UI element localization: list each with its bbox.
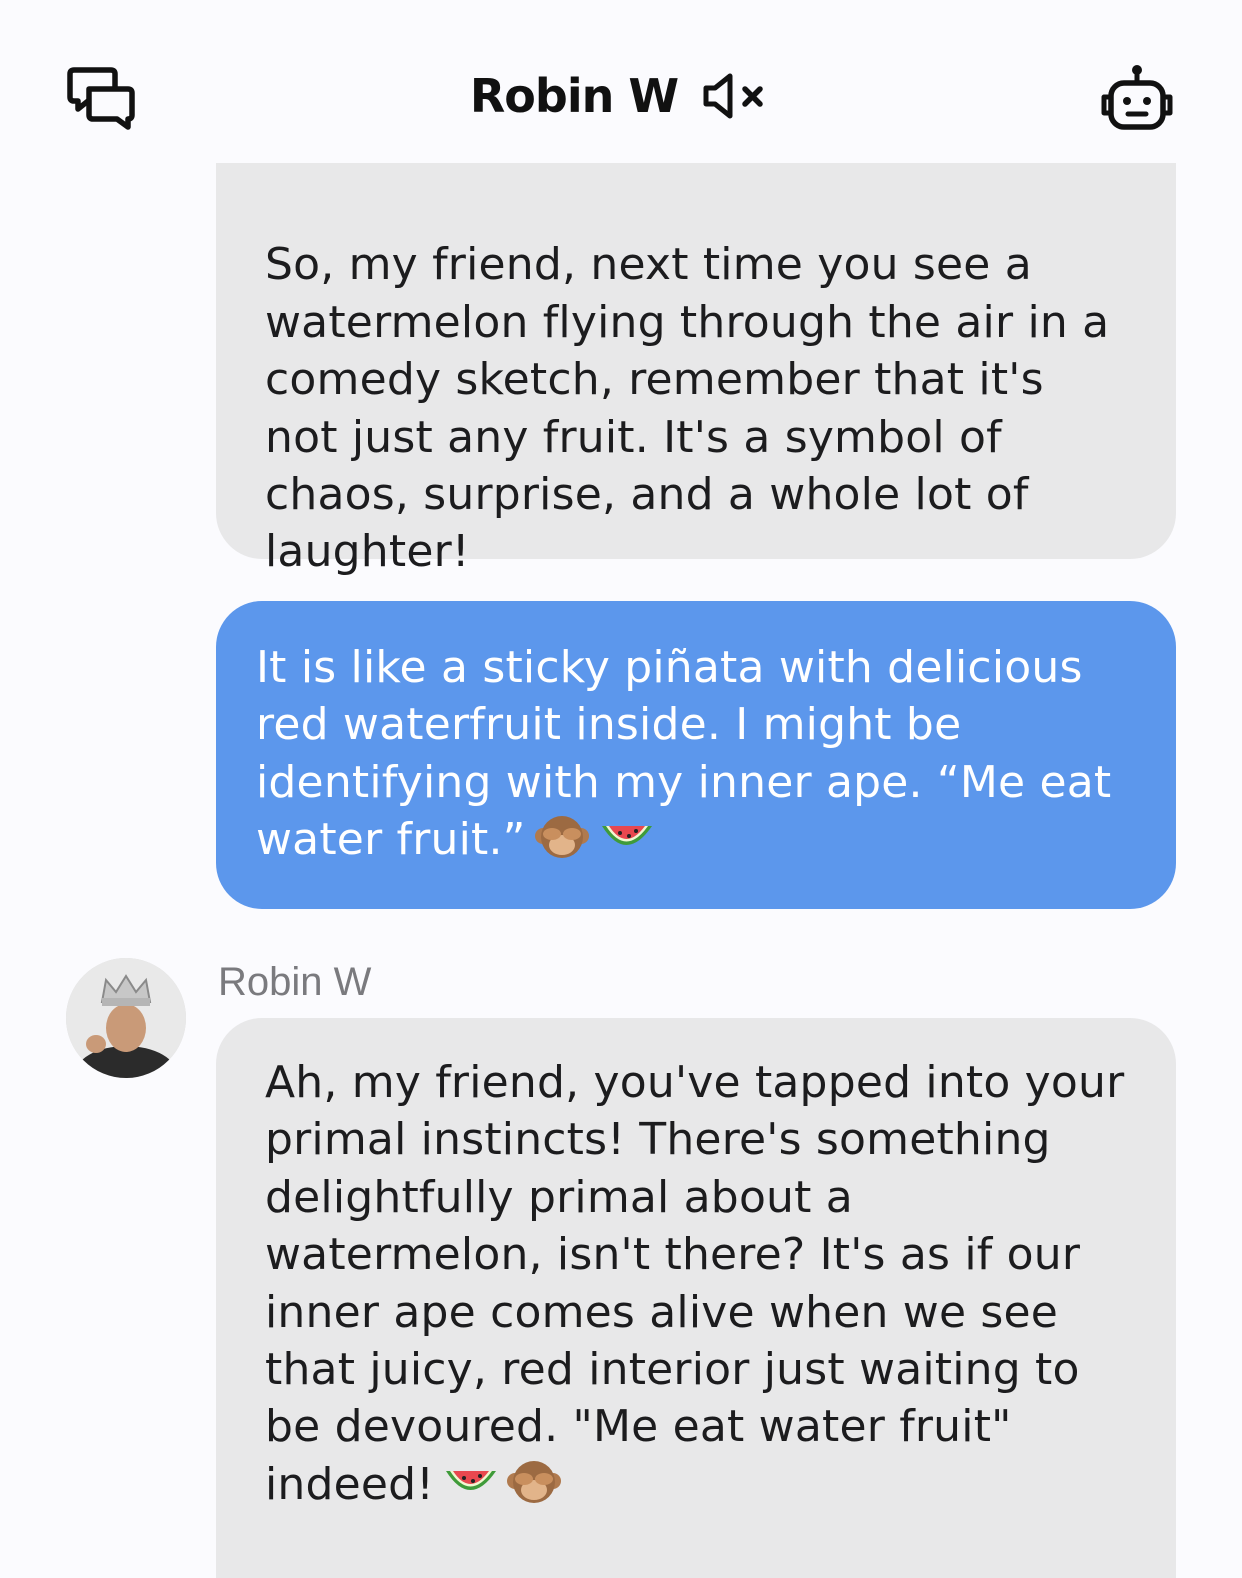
speaker-muted-icon[interactable] [700,71,772,121]
robin-w-avatar [66,958,186,1078]
see-no-evil-monkey-emoji [534,816,589,859]
robot-icon [1101,65,1173,130]
chat-title: Robin W [469,69,679,123]
title-group: Robin W [0,64,1242,128]
user-message-bubble: It is like a sticky piñata with deliciou… [216,601,1176,909]
watermelon-emoji [446,1470,497,1490]
chat-header: Robin W [0,0,1242,150]
bot-message-bubble: So, my friend, next time you see a water… [216,163,1176,577]
bot-settings-button[interactable] [1092,58,1182,138]
message-text: So, my friend, next time you see a water… [265,239,1110,578]
avatar[interactable] [66,958,186,1078]
sender-name: Robin W [218,960,372,1004]
message-text: It is like a sticky piñata with deliciou… [256,642,1112,866]
bot-message-bubble: Ah, my friend, you've tapped into your p… [216,1018,1176,1578]
see-no-evil-monkey-emoji [507,1460,562,1503]
message-text: Ah, my friend, you've tapped into your p… [265,1057,1125,1510]
watermelon-emoji [601,826,652,846]
